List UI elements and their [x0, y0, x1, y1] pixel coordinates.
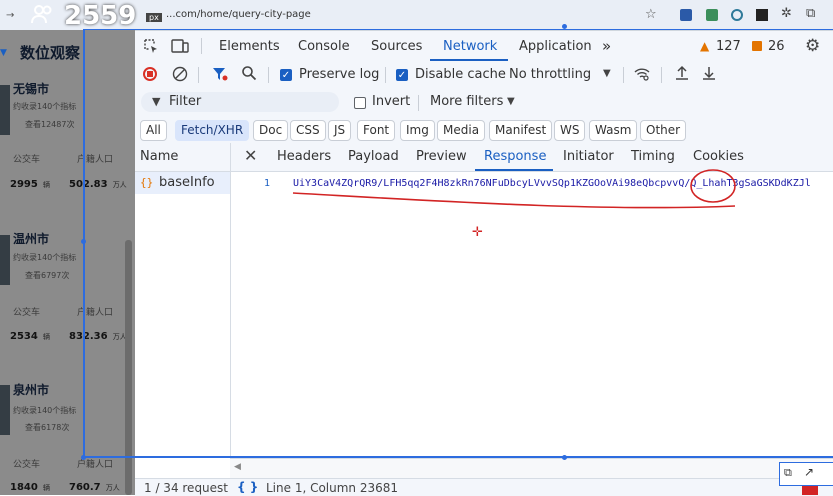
- screenshot-toolbar: ⧉ ↗: [779, 462, 833, 486]
- horizontal-scrollbar[interactable]: ◀: [230, 458, 833, 479]
- annotation-underline: [292, 192, 736, 209]
- red-color-swatch[interactable]: [802, 486, 818, 495]
- selection-handle[interactable]: [81, 239, 86, 244]
- scroll-left-icon[interactable]: ◀: [234, 462, 241, 472]
- selection-handle[interactable]: [562, 24, 567, 29]
- request-count: 1 / 34 request: [144, 481, 229, 495]
- status-bar: 1 / 34 request { } Line 1, Column 23681: [135, 478, 833, 496]
- cursor-position: Line 1, Column 23681: [266, 481, 399, 495]
- selection-handle[interactable]: [81, 455, 86, 460]
- selection-handle[interactable]: [562, 455, 567, 460]
- annotation-circle: [690, 169, 736, 203]
- selection-border: [83, 30, 85, 458]
- selection-border: [83, 29, 833, 30]
- pretty-print-icon[interactable]: { }: [237, 480, 258, 494]
- draw-icon[interactable]: ↗: [804, 465, 814, 479]
- annotation-layer: [292, 169, 736, 209]
- pin-icon[interactable]: ⧉: [784, 466, 792, 480]
- selection-border: [83, 456, 833, 458]
